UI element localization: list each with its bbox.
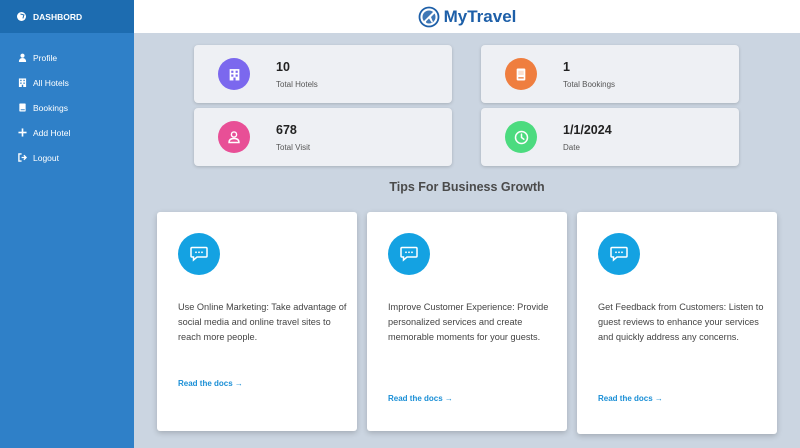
- tip-card: Improve Customer Experience: Provide per…: [367, 212, 567, 431]
- stat-value: 1/1/2024: [563, 123, 612, 137]
- building-icon: [18, 78, 27, 87]
- tip-text: Improve Customer Experience: Provide per…: [388, 302, 549, 342]
- chat-bubble-icon: [178, 233, 220, 275]
- user-icon: [18, 53, 27, 62]
- stat-card-total-bookings: 1 Total Bookings: [481, 45, 739, 103]
- plus-icon: [18, 128, 27, 137]
- brand-logo[interactable]: MyTravel: [418, 6, 517, 28]
- stat-card-date: 1/1/2024 Date: [481, 108, 739, 166]
- sidebar-header[interactable]: DASHBORD: [0, 0, 134, 33]
- sidebar-title: DASHBORD: [33, 11, 83, 22]
- sidebar-item-bookings[interactable]: Bookings: [0, 95, 134, 120]
- sidebar-item-label: Bookings: [33, 102, 68, 113]
- sidebar-item-label: Add Hotel: [33, 127, 71, 138]
- sidebar-item-logout[interactable]: Logout: [0, 145, 134, 170]
- tip-card: Get Feedback from Customers: Listen to g…: [577, 212, 777, 434]
- sidebar-nav: Profile All Hotels Bookings Add Hotel Lo…: [0, 33, 134, 170]
- sidebar-item-label: Profile: [33, 52, 58, 63]
- book-icon: [505, 58, 537, 90]
- stat-value: 10: [276, 60, 290, 74]
- stat-label: Date: [563, 143, 580, 152]
- sidebar-item-label: Logout: [33, 152, 59, 163]
- dashboard-icon: [17, 12, 26, 21]
- tips-section-title: Tips For Business Growth: [389, 180, 545, 194]
- stat-label: Total Bookings: [563, 80, 616, 89]
- chat-bubble-icon: [388, 233, 430, 275]
- stat-card-total-hotels: 10 Total Hotels: [194, 45, 452, 103]
- brand-name: MyTravel: [443, 6, 517, 26]
- hotel-icon: [218, 58, 250, 90]
- sidebar-item-profile[interactable]: Profile: [0, 45, 134, 70]
- sidebar-item-label: All Hotels: [33, 77, 69, 88]
- read-docs-link[interactable]: Read the docs →: [178, 379, 243, 388]
- users-icon: [218, 121, 250, 153]
- stat-value: 678: [276, 123, 297, 137]
- tip-text: Get Feedback from Customers: Listen to g…: [598, 302, 764, 342]
- sidebar-item-add-hotel[interactable]: Add Hotel: [0, 120, 134, 145]
- globe-plane-logo-icon: [418, 6, 440, 28]
- top-bar: MyTravel: [134, 0, 800, 33]
- logout-icon: [18, 153, 27, 162]
- tip-card: Use Online Marketing: Take advantage of …: [157, 212, 357, 431]
- book-icon: [18, 103, 27, 112]
- clock-icon: [505, 121, 537, 153]
- read-docs-link[interactable]: Read the docs →: [388, 394, 453, 403]
- sidebar-item-all-hotels[interactable]: All Hotels: [0, 70, 134, 95]
- stat-value: 1: [563, 60, 570, 74]
- stat-label: Total Hotels: [276, 80, 318, 89]
- stat-label: Total Visit: [276, 143, 311, 152]
- read-docs-link[interactable]: Read the docs →: [598, 394, 663, 403]
- sidebar: DASHBORD Profile All Hotels Bookings Add…: [0, 0, 134, 448]
- tip-text: Use Online Marketing: Take advantage of …: [178, 302, 347, 342]
- stat-card-total-visit: 678 Total Visit: [194, 108, 452, 166]
- chat-bubble-icon: [598, 233, 640, 275]
